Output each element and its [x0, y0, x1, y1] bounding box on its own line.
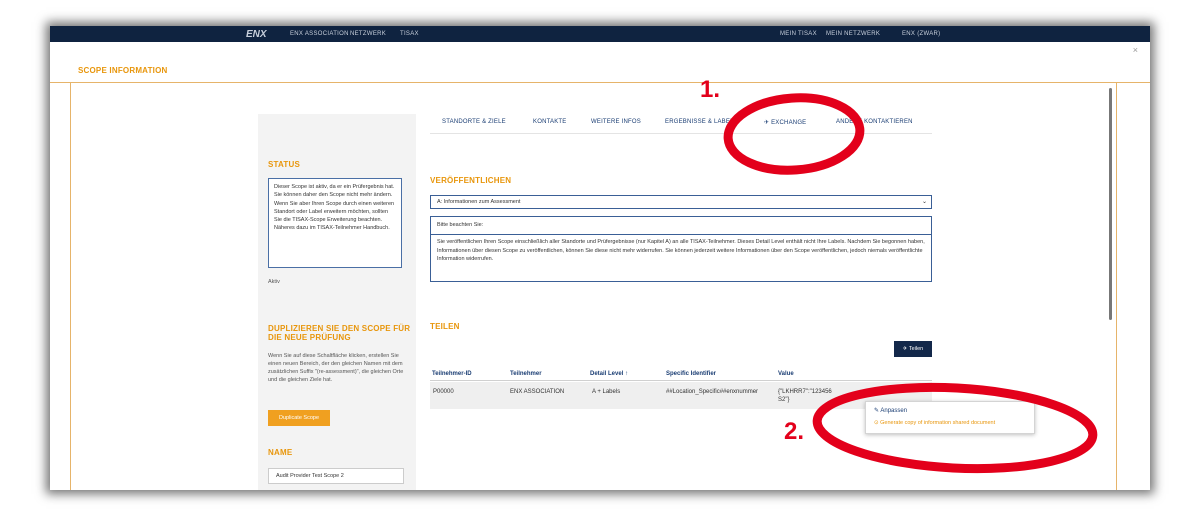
- cell-value-cont: S2"}: [778, 397, 790, 403]
- cell-teilnehmer: ENX ASSOCIATION: [510, 389, 565, 395]
- duplicate-description: Wenn Sie auf diese Schaltfläche klicken,…: [268, 353, 404, 383]
- cell-detail-level: A + Labels: [592, 389, 621, 395]
- tab-exchange[interactable]: ✈ EXCHANGE: [764, 119, 806, 126]
- publish-note-box: Bitte beachten Sie: Sie veröffentlichen …: [430, 216, 932, 282]
- menu-item-anpassen[interactable]: ✎ Anpassen: [874, 407, 907, 414]
- tab-weitere-infos[interactable]: WEITERE INFOS: [591, 119, 641, 125]
- col-value[interactable]: Value: [778, 371, 794, 377]
- table-header-divider: [430, 380, 932, 381]
- col-teilnehmer-id[interactable]: Teilnehmer-ID: [432, 371, 472, 377]
- tab-andere-kontaktieren[interactable]: ANDERE KONTAKTIEREN: [836, 119, 913, 125]
- title-divider: [50, 82, 1150, 83]
- menu-item-generate-copy-label: Generate copy of information shared docu…: [880, 420, 996, 426]
- row-action-menu: ✎ Anpassen ⊙ Generate copy of informatio…: [865, 401, 1035, 434]
- col-teilnehmer[interactable]: Teilnehmer: [510, 371, 542, 377]
- annotation-number-one: 1.: [700, 76, 721, 103]
- share-button[interactable]: ✈ Teilen: [894, 341, 932, 357]
- chevron-down-icon: ⌄: [921, 199, 927, 205]
- annotation-number-two: 2.: [784, 418, 805, 445]
- duplicate-scope-button[interactable]: Duplicate Scope: [268, 410, 330, 426]
- duplicate-heading-line1: DUPLIZIEREN SIE DEN SCOPE FÜR: [268, 324, 411, 333]
- note-text: Sie veröffentlichen Ihren Scope einschli…: [437, 239, 925, 262]
- menu-item-anpassen-label: Anpassen: [880, 408, 908, 414]
- content-right-border: [1116, 82, 1117, 490]
- status-value: Aktiv: [268, 279, 280, 285]
- nav-enx-association[interactable]: ENX ASSOCIATION: [290, 31, 349, 37]
- vertical-scrollbar[interactable]: [1109, 88, 1112, 320]
- content-left-border: [70, 82, 71, 490]
- nav-mein-tisax[interactable]: MEIN TISAX: [780, 31, 817, 37]
- menu-item-generate-copy[interactable]: ⊙ Generate copy of information shared do…: [874, 420, 995, 426]
- share-heading: TEILEN: [430, 322, 460, 331]
- note-heading: Bitte beachten Sie:: [437, 222, 484, 228]
- top-navigation: ENX ENX ASSOCIATION NETZWERK TISAX MEIN …: [50, 26, 1150, 42]
- share-button-label: Teilen: [908, 346, 924, 352]
- scope-name-field[interactable]: Audit Provider Test Scope 2: [268, 468, 404, 484]
- tab-exchange-label: EXCHANGE: [771, 120, 807, 126]
- nav-tisax[interactable]: TISAX: [400, 31, 419, 37]
- cell-specific-identifier: ##Location_Specific##enxnummer: [666, 389, 759, 395]
- cell-value: {"LKHRR7":"123456: [778, 389, 832, 395]
- name-heading: NAME: [268, 448, 293, 457]
- table-row: [430, 382, 932, 409]
- tab-standorte-ziele[interactable]: STANDORTE & ZIELE: [442, 119, 506, 125]
- tab-kontakte[interactable]: KONTAKTE: [533, 119, 567, 125]
- note-divider: [431, 234, 931, 235]
- detail-level-select[interactable]: A: Informationen zum Assessment ⌄: [430, 195, 932, 209]
- status-heading: STATUS: [268, 160, 301, 169]
- nav-netzwerk[interactable]: NETZWERK: [350, 31, 386, 37]
- publish-heading: VERÖFFENTLICHEN: [430, 176, 512, 185]
- duplicate-heading: DUPLIZIEREN SIE DEN SCOPE FÜR DIE NEUE P…: [268, 324, 410, 342]
- left-panel: STATUS Dieser Scope ist aktiv, da er ein…: [258, 114, 416, 490]
- tab-bar: STANDORTE & ZIELE KONTAKTE WEITERE INFOS…: [430, 114, 932, 134]
- nav-user[interactable]: ENX (ZWAR): [902, 31, 940, 37]
- col-detail-level[interactable]: Detail Level ↑: [590, 371, 628, 377]
- nav-mein-netzwerk[interactable]: MEIN NETZWERK: [826, 31, 880, 37]
- duplicate-heading-line2: DIE NEUE PRÜFUNG: [268, 333, 351, 342]
- tab-ergebnisse-labels[interactable]: ERGEBNISSE & LABELS: [665, 119, 738, 125]
- modal-title: SCOPE INFORMATION: [78, 66, 168, 75]
- col-specific-identifier[interactable]: Specific Identifier: [666, 371, 716, 377]
- cell-teilnehmer-id: P00000: [433, 389, 454, 395]
- close-icon[interactable]: ×: [1133, 45, 1138, 55]
- status-info-box: Dieser Scope ist aktiv, da er ein Prüfer…: [268, 178, 402, 268]
- enx-logo[interactable]: ENX: [246, 29, 267, 40]
- detail-level-value: A: Informationen zum Assessment: [437, 199, 521, 205]
